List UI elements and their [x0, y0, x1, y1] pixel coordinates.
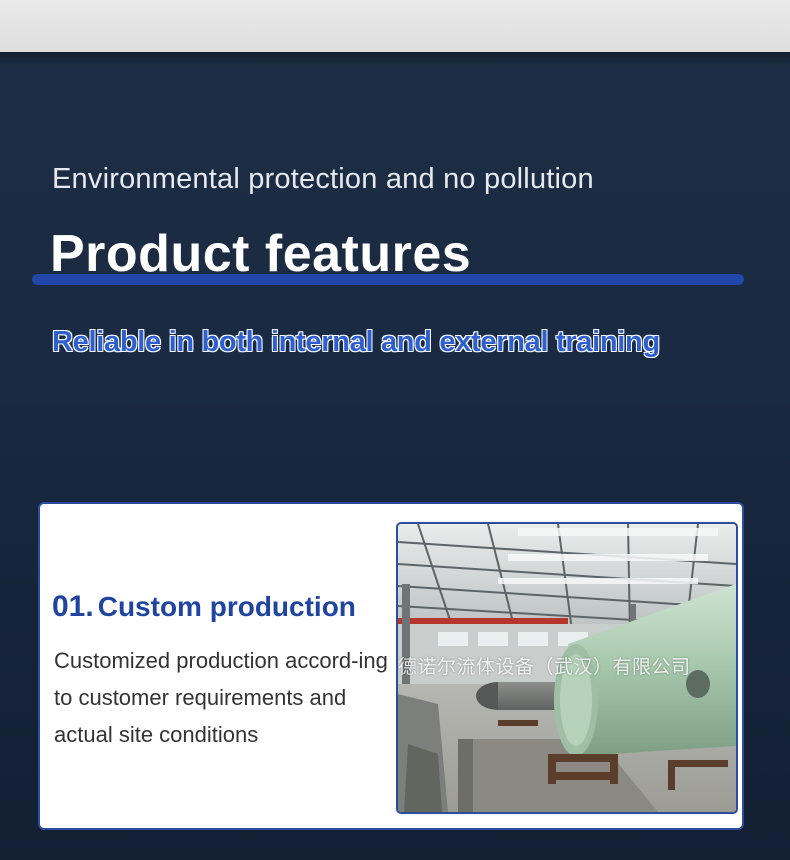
photo-watermark: 德诺尔流体设备（武汉）有限公司 [398, 656, 691, 678]
section-tagline: Reliable in both internal and external t… [52, 326, 661, 359]
factory-photo: 德诺尔流体设备（武汉）有限公司 [396, 522, 738, 814]
top-banner-strip [0, 0, 790, 52]
feature-description: Customized production accord-ing to cust… [54, 648, 388, 747]
feature-heading: 01. Custom production [52, 590, 356, 624]
feature-card: 01. Custom production Customized producti… [38, 502, 744, 830]
top-banner-shadow [0, 52, 790, 66]
section-title: Product features [50, 225, 472, 283]
feature-number: 01. [52, 590, 94, 623]
section-subtitle: Environmental protection and no pollutio… [52, 163, 594, 195]
feature-name: Custom production [97, 591, 356, 622]
